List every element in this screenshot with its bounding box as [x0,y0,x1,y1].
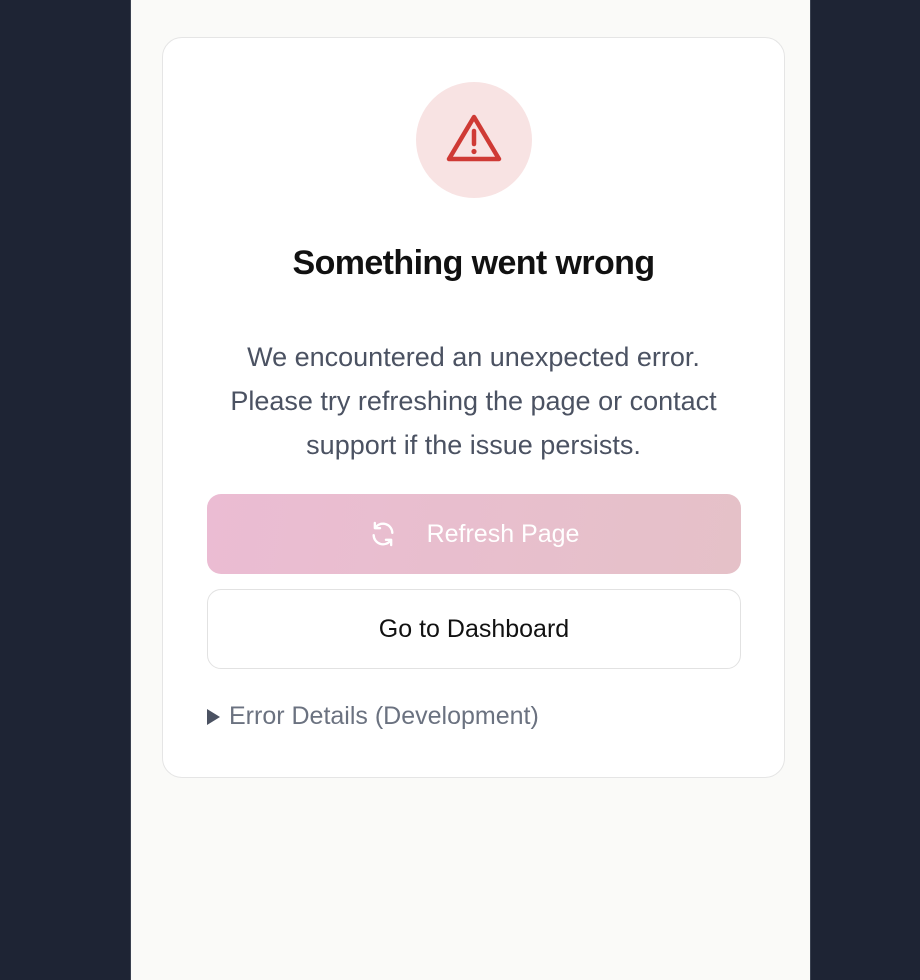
error-icon-badge [416,82,532,198]
go-to-dashboard-button[interactable]: Go to Dashboard [207,589,741,669]
disclosure-triangle-icon [207,708,220,725]
error-details-label: Error Details (Development) [229,702,539,730]
error-title: Something went wrong [292,244,656,282]
refresh-icon [369,520,397,548]
warning-triangle-icon [445,112,503,169]
error-card: Something went wrong We encountered an u… [162,37,785,778]
refresh-page-label: Refresh Page [426,519,580,548]
refresh-page-button[interactable]: Refresh Page [207,494,741,574]
error-details-toggle[interactable]: Error Details (Development) [207,702,539,731]
app-viewport: Something went wrong We encountered an u… [130,0,811,980]
error-message: We encountered an unexpected error. Plea… [230,342,717,460]
